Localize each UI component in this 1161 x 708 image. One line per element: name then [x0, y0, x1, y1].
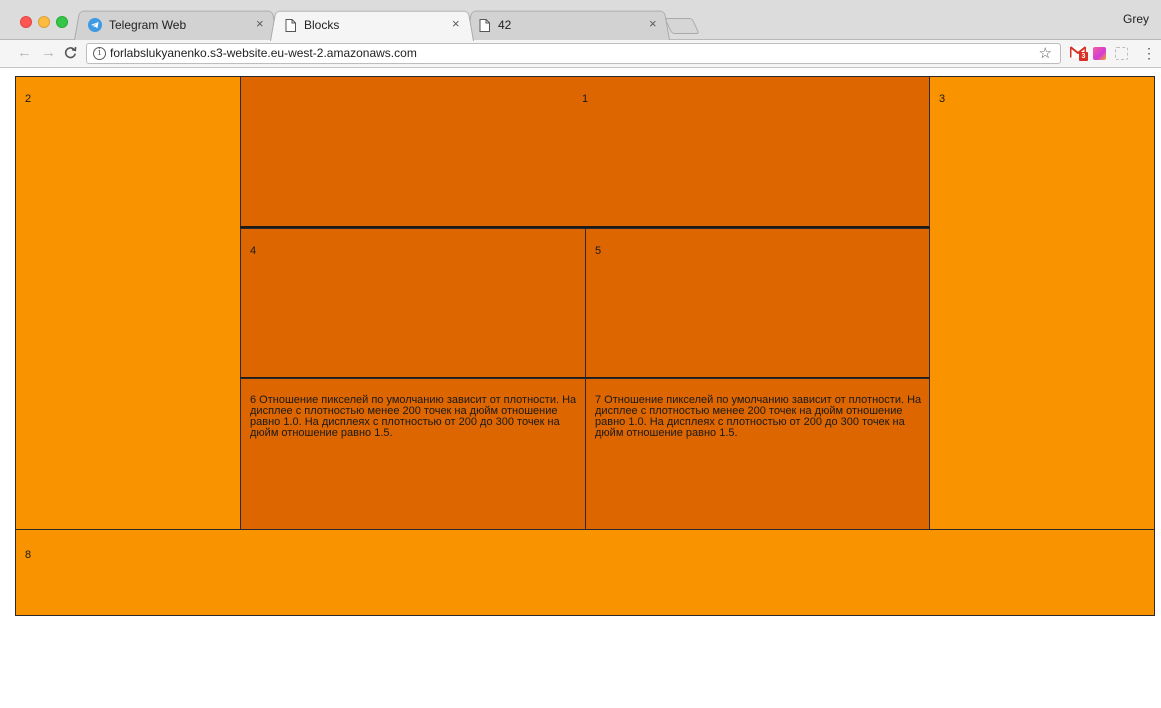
block-8: 8 — [15, 529, 1155, 616]
maximize-window-button[interactable] — [56, 16, 68, 28]
block-label: 1 — [581, 93, 589, 105]
tab-title: 42 — [498, 18, 512, 32]
browser-window: Telegram Web × Blocks × 42 × Grey ← → i … — [0, 0, 1161, 708]
block-3: 3 — [929, 76, 1155, 530]
close-window-button[interactable] — [20, 16, 32, 28]
menu-kebab-icon[interactable]: ⋮ — [1142, 44, 1156, 62]
bookmark-star-icon[interactable]: ☆ — [1039, 44, 1052, 63]
address-bar[interactable]: i forlabslukyanenko.s3-website.eu-west-2… — [86, 43, 1061, 64]
info-icon[interactable]: i — [93, 47, 106, 60]
block-1: 1 — [240, 76, 930, 228]
tab-close-icon[interactable]: × — [649, 17, 657, 31]
block-label: 4 — [250, 245, 257, 257]
back-arrow-icon[interactable]: ← — [17, 44, 32, 62]
block-label: 2 — [25, 93, 32, 105]
tab-title: Blocks — [304, 18, 340, 32]
block-label: 3 — [939, 93, 946, 105]
block-2: 2 — [15, 76, 241, 530]
tab-telegram-web-content: Telegram Web — [88, 10, 186, 40]
url-text: forlabslukyanenko.s3-website.eu-west-2.a… — [110, 46, 417, 60]
browser-toolbar: ← → i forlabslukyanenko.s3-website.eu-we… — [0, 40, 1161, 68]
reload-icon[interactable] — [64, 43, 77, 64]
block-7: 7 Отношение пикселей по умолчанию зависи… — [585, 378, 930, 530]
page-icon — [283, 18, 297, 32]
extension-placeholder-icon[interactable] — [1115, 47, 1128, 60]
page-icon — [477, 18, 491, 32]
page-viewport: 2 3 1 4 5 6 Отношение пикселей по умолча… — [0, 68, 1161, 708]
tab-title: Telegram Web — [109, 18, 187, 32]
tab-close-icon[interactable]: × — [256, 17, 264, 31]
block-label: 5 — [595, 245, 602, 257]
forward-arrow-icon[interactable]: → — [41, 44, 56, 62]
minimize-window-button[interactable] — [38, 16, 50, 28]
block-label: 8 — [25, 549, 32, 561]
tab-blocks-content: Blocks — [283, 10, 339, 40]
profile-name[interactable]: Grey — [1123, 12, 1149, 26]
extension-icon[interactable] — [1093, 47, 1106, 60]
telegram-icon — [88, 18, 102, 32]
block-5: 5 — [585, 228, 930, 379]
tab-42-content: 42 — [477, 10, 511, 40]
block-4: 4 — [240, 228, 586, 379]
tab-close-icon[interactable]: × — [452, 17, 460, 31]
block-text: 6 Отношение пикселей по умолчанию зависи… — [250, 394, 577, 439]
tab-strip: Telegram Web × Blocks × 42 × Grey — [0, 0, 1161, 41]
new-tab-button[interactable] — [664, 18, 700, 34]
block-text: 7 Отношение пикселей по умолчанию зависи… — [595, 394, 922, 439]
gmail-badge: 3 — [1079, 52, 1088, 61]
block-6: 6 Отношение пикселей по умолчанию зависи… — [240, 378, 586, 530]
